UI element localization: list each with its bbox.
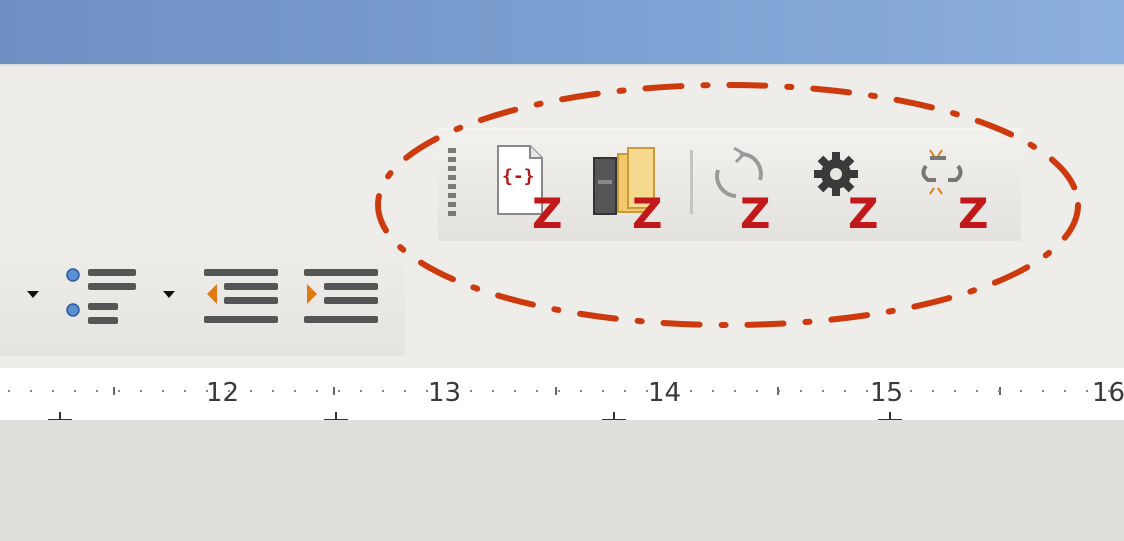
ruler-dot <box>558 390 560 392</box>
insert-citation-button[interactable]: {-} Z <box>492 140 568 238</box>
document-canvas[interactable] <box>0 420 1124 541</box>
ruler-dot <box>272 390 274 392</box>
ruler-dot <box>690 390 692 392</box>
ruler-dot <box>316 390 318 392</box>
ruler-dot <box>360 390 362 392</box>
toolbar-grip-handle[interactable] <box>448 148 456 220</box>
increase-indent-icon[interactable] <box>302 266 380 328</box>
dropdown-arrow-icon[interactable] <box>24 286 42 300</box>
ruler-dot <box>866 390 868 392</box>
ruler-ticks <box>8 387 1110 421</box>
z-badge: Z <box>958 189 988 230</box>
ruler-dot <box>140 390 142 392</box>
toolbar-separator <box>690 150 693 214</box>
ruler-label: 12 <box>206 378 240 408</box>
refresh-z-icon: Z <box>715 146 770 238</box>
ruler-dot <box>954 390 956 392</box>
ruler-dot <box>1064 390 1066 392</box>
ruler-dot <box>470 390 472 392</box>
ruler-dot <box>118 390 120 392</box>
ruler-dot <box>536 390 538 392</box>
ruler-dot <box>800 390 802 392</box>
ruler-dot <box>756 390 758 392</box>
ruler-dot <box>1020 390 1022 392</box>
z-badge: Z <box>740 189 770 230</box>
ruler-dot <box>184 390 186 392</box>
z-badge: Z <box>532 189 562 230</box>
ruler-dot <box>1086 390 1088 392</box>
document-citation-z-icon: {-} Z <box>497 145 562 238</box>
ruler-dot <box>624 390 626 392</box>
ruler-dot <box>382 390 384 392</box>
ruler-dot <box>910 390 912 392</box>
ruler-dot <box>602 390 604 392</box>
ruler-dot <box>822 390 824 392</box>
ruler-dot <box>492 390 494 392</box>
ruler-label: 15 <box>870 378 904 408</box>
bullet-list-icon[interactable] <box>64 266 138 328</box>
ruler-dot <box>338 390 340 392</box>
gear-z-icon: Z <box>814 152 878 238</box>
ruler-dot <box>52 390 54 392</box>
ruler-dot <box>30 390 32 392</box>
ruler-dot <box>250 390 252 392</box>
refresh-button[interactable]: Z <box>710 140 786 238</box>
ruler-dot <box>844 390 846 392</box>
ruler-dot <box>712 390 714 392</box>
z-badge: Z <box>632 189 662 230</box>
ruler-label: 16 <box>1092 378 1124 408</box>
ruler-dot <box>162 390 164 392</box>
ruler-dot <box>8 390 10 392</box>
ruler-dot <box>1042 390 1044 392</box>
ruler-label: 14 <box>648 378 682 408</box>
insert-bibliography-button[interactable]: Z <box>588 140 664 238</box>
unlink-citations-button[interactable]: Z <box>916 140 992 238</box>
ruler-dot <box>734 390 736 392</box>
dropdown-arrow-icon[interactable] <box>160 286 178 300</box>
unlink-z-icon: Z <box>921 149 988 238</box>
ruler-dot <box>580 390 582 392</box>
ruler-dot <box>932 390 934 392</box>
ruler-dot <box>778 390 780 392</box>
ruler-dot <box>404 390 406 392</box>
ruler-dot <box>294 390 296 392</box>
window-title-bar <box>0 0 1124 66</box>
ruler-label: 13 <box>428 378 462 408</box>
document-preferences-button[interactable]: Z <box>812 140 888 238</box>
ruler-dot <box>96 390 98 392</box>
ruler-dot <box>74 390 76 392</box>
ruler-dot <box>998 390 1000 392</box>
books-z-icon: Z <box>593 147 662 238</box>
z-badge: Z <box>848 189 878 230</box>
decrease-indent-icon[interactable] <box>202 266 280 328</box>
svg-text:{-}: {-} <box>502 166 535 187</box>
ruler-dot <box>514 390 516 392</box>
ruler-dot <box>976 390 978 392</box>
horizontal-ruler[interactable]: 12 13 14 15 16 <box>0 368 1124 421</box>
